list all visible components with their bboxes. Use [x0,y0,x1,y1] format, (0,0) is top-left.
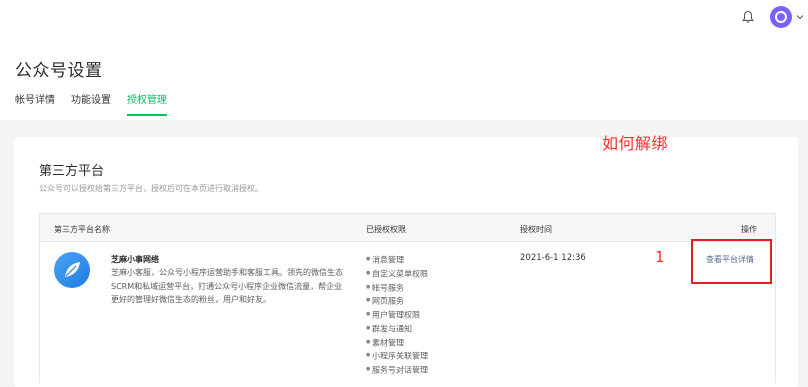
column-header-name: 第三方平台名称 [54,225,110,234]
tab-bar: 帐号详情 功能设置 授权管理 [15,91,167,116]
list-item: 服务号对话管理 [366,363,428,377]
column-header-auth-time: 授权时间 [520,225,552,234]
annotation-title: 如何解绑 [602,134,669,153]
list-item: 自定义菜单权限 [366,267,428,281]
list-item: 消息管理 [366,253,428,267]
tab-feature-settings[interactable]: 功能设置 [71,91,111,116]
list-item: 用户管理权限 [366,308,428,322]
leaf-icon [65,262,80,277]
bell-icon[interactable] [738,7,758,27]
list-item: 网页服务 [366,294,428,308]
list-item: 小程序关联管理 [366,349,428,363]
page-title: 公众号设置 [15,61,103,81]
avatar[interactable] [770,6,792,28]
auth-time: 2021-6-1 12:36 [520,253,586,263]
list-item: 素材管理 [366,336,428,350]
platform-name: 芝麻小事网络 [111,255,159,264]
column-header-permissions: 已授权权限 [366,225,406,234]
bell-icon-svg [742,10,754,23]
platform-logo [54,252,90,288]
section-description: 公众号可以授权给第三方平台，授权后可在本页进行取消授权。 [39,184,263,193]
table-header: 第三方平台名称 已授权权限 授权时间 操作 [40,214,775,242]
permission-list: 消息管理 自定义菜单权限 帐号服务 网页服务 用户管理权限 群发与通知 素材管理… [366,253,428,377]
chevron-down-icon[interactable] [795,13,805,21]
third-party-table: 第三方平台名称 已授权权限 授权时间 操作 芝麻小事网络 芝麻小客服，公众号小程… [39,213,776,383]
platform-description: 芝麻小客服，公众号小程序运营助手和客服工具。领先的微信生态SCRM和私域运营平台… [111,268,343,304]
column-header-action: 操作 [741,225,757,234]
view-platform-details-link[interactable]: 查看平台详情 [706,254,754,265]
avatar-icon [775,11,787,23]
list-item: 群发与通知 [366,322,428,336]
list-item: 帐号服务 [366,281,428,295]
tab-account-details[interactable]: 帐号详情 [15,91,55,116]
page-header: 公众号设置 帐号详情 功能设置 授权管理 [0,36,808,120]
section-title: 第三方平台 [39,164,105,179]
annotation-step-number: 1 [655,248,665,266]
tab-authorization-management[interactable]: 授权管理 [127,91,167,116]
top-bar [0,0,808,36]
